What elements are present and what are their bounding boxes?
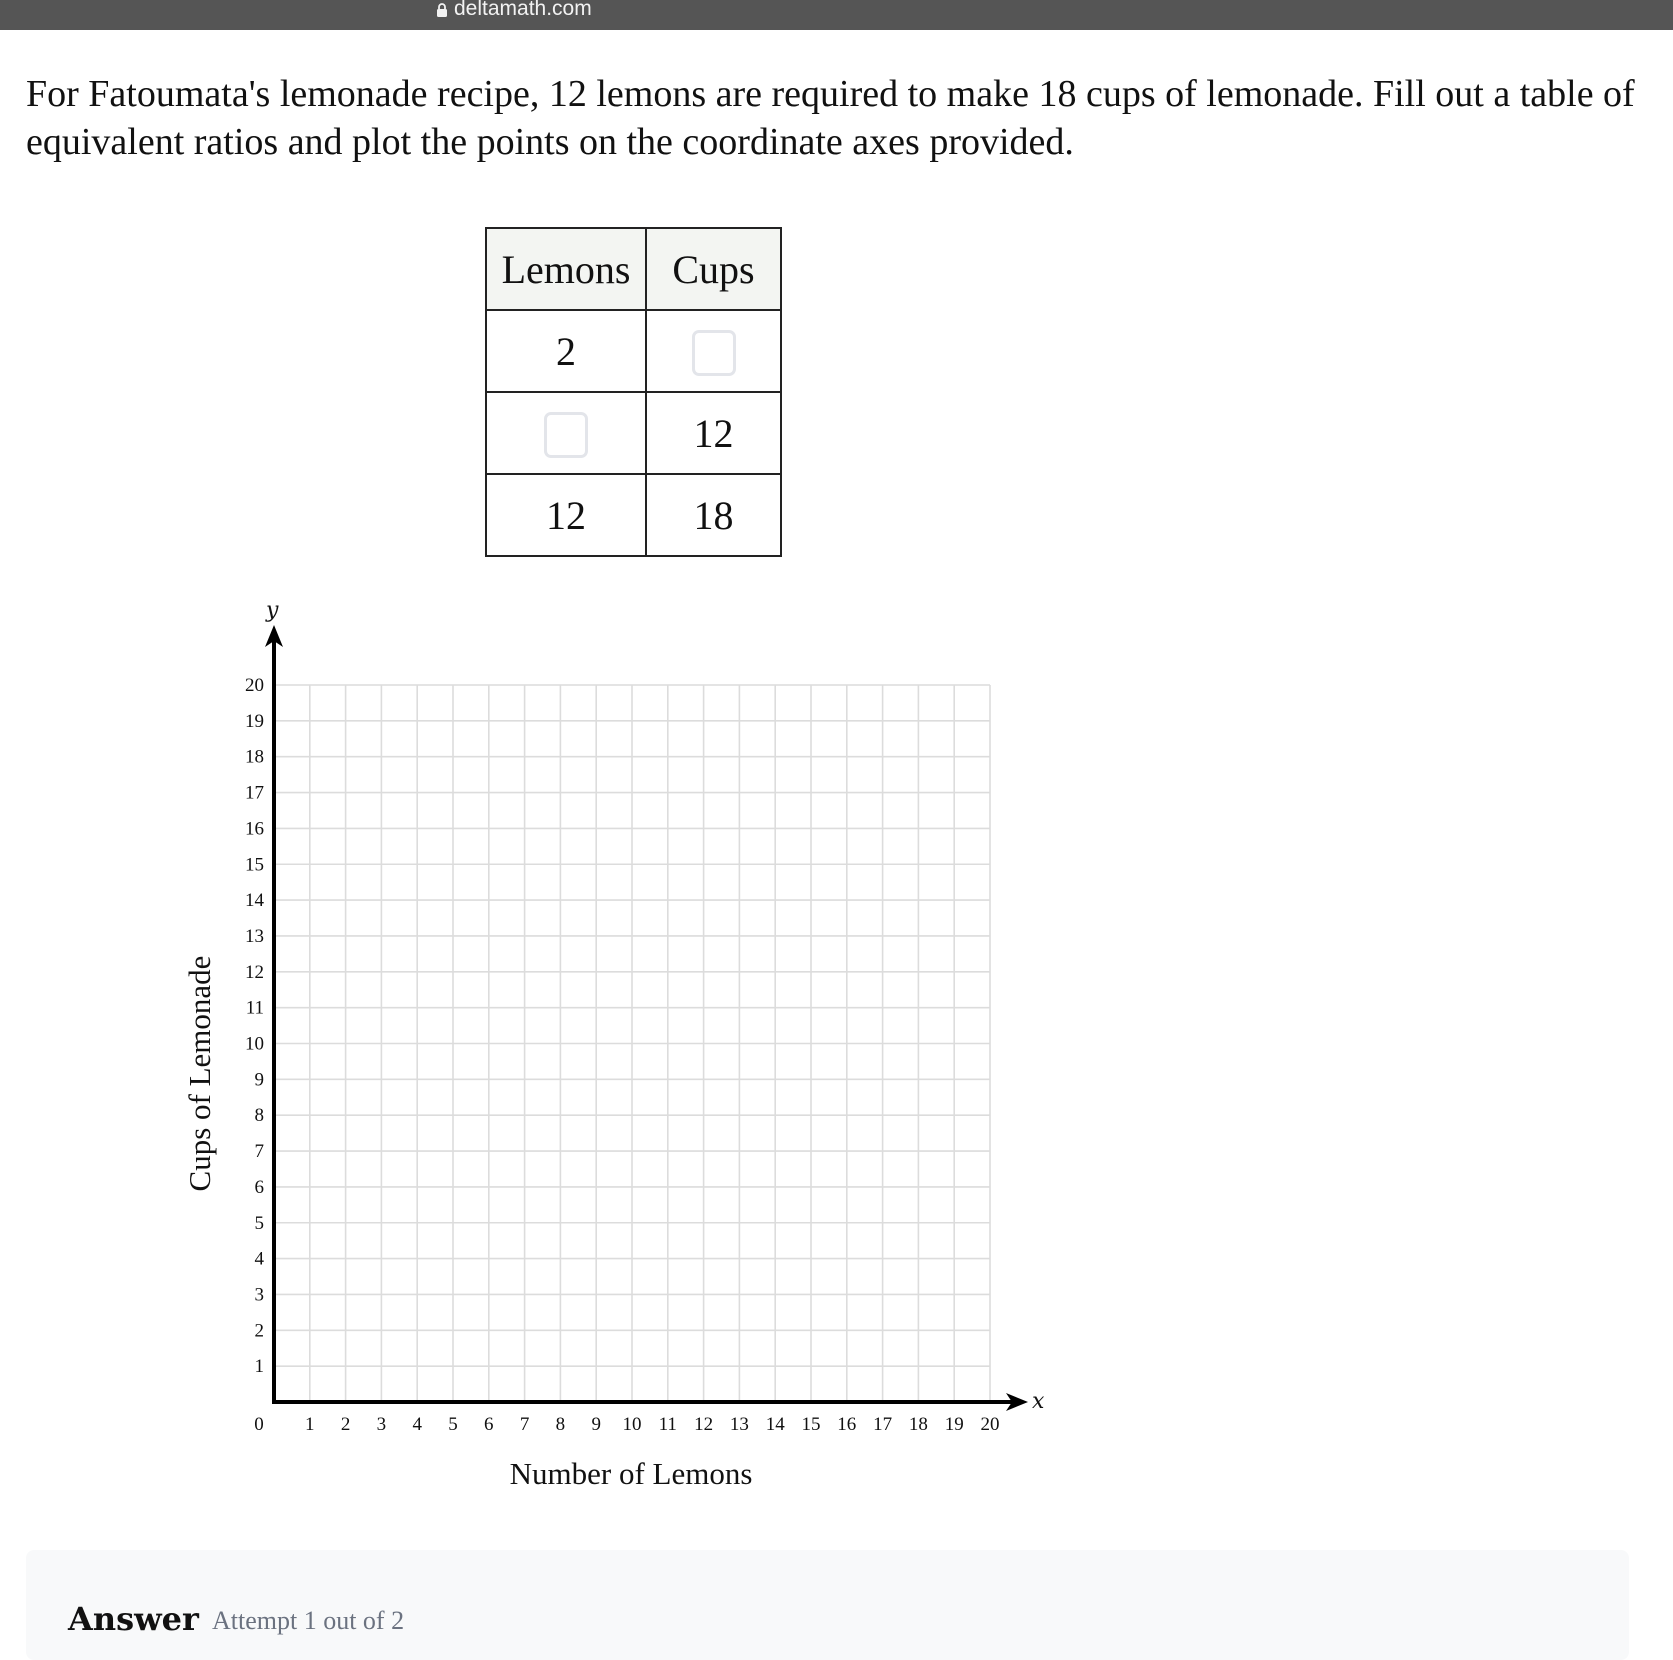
x-tick-label: 11 xyxy=(659,1414,677,1435)
table-row: 12 18 xyxy=(485,473,782,557)
lock-icon xyxy=(437,3,447,17)
x-tick-label: 9 xyxy=(591,1414,601,1435)
x-tick-label: 15 xyxy=(802,1414,821,1435)
x-tick-label: 4 xyxy=(412,1414,422,1435)
x-tick-label: 3 xyxy=(377,1414,387,1435)
y-tick-label: 18 xyxy=(245,747,264,768)
x-tick-label: 13 xyxy=(730,1414,749,1435)
y-axis-label: Cups of Lemonade xyxy=(182,956,217,1192)
x-tick-label: 1 xyxy=(305,1414,315,1435)
problem-prompt: For Fatoumata's lemonade recipe, 12 lemo… xyxy=(26,73,1635,163)
y-tick-label: 19 xyxy=(245,711,264,732)
y-tick-label: 3 xyxy=(255,1284,265,1305)
x-tick-label: 0 xyxy=(254,1414,264,1435)
y-tick-label: 20 xyxy=(245,675,264,696)
x-tick-label: 7 xyxy=(520,1414,530,1435)
y-tick-label: 10 xyxy=(245,1034,264,1055)
coordinate-graph[interactable]: 0 1 2 3 4 5 6 7 8 9 10 11 12 13 14 15 16 17 18 19 20 1234567… xyxy=(0,600,1673,1500)
cell-cups-row2: 12 xyxy=(645,391,782,475)
y-tick-label: 12 xyxy=(245,962,264,983)
x-tick-label: 8 xyxy=(556,1414,566,1435)
y-tick-labels: 1234567891011121314151617181920 xyxy=(245,675,265,1377)
answer-panel: Answer Attempt 1 out of 2 xyxy=(26,1550,1629,1660)
y-tick-label: 13 xyxy=(245,926,264,947)
x-tick-label: 10 xyxy=(623,1414,642,1435)
y-tick-label: 14 xyxy=(245,890,265,911)
x-tick-label: 2 xyxy=(341,1414,351,1435)
table-row: 2 xyxy=(485,309,782,393)
x-tick-label: 16 xyxy=(837,1414,856,1435)
cell-lemons-row3: 12 xyxy=(485,473,647,557)
x-tick-label: 18 xyxy=(909,1414,928,1435)
cell-lemons-row2 xyxy=(485,391,647,475)
header-cups: Cups xyxy=(645,227,782,311)
table-row: 12 xyxy=(485,391,782,475)
y-tick-label: 6 xyxy=(255,1177,265,1198)
ratio-table: Lemons Cups 2 12 12 18 xyxy=(485,227,782,557)
attempt-counter: Attempt 1 out of 2 xyxy=(212,1606,405,1635)
y-tick-label: 17 xyxy=(245,783,264,804)
y-tick-label: 2 xyxy=(255,1320,265,1341)
x-tick-label: 17 xyxy=(873,1414,892,1435)
x-axis-symbol: x xyxy=(1032,1389,1045,1414)
x-tick-label: 5 xyxy=(448,1414,458,1435)
axes xyxy=(265,625,1028,1411)
x-tick-label: 12 xyxy=(694,1414,713,1435)
y-tick-label: 16 xyxy=(245,818,264,839)
header-lemons: Lemons xyxy=(485,227,647,311)
cell-cups-row3: 18 xyxy=(645,473,782,557)
cups-input-row1[interactable] xyxy=(691,330,736,377)
cell-lemons-row1: 2 xyxy=(485,309,647,393)
x-axis-label: Number of Lemons xyxy=(510,1456,753,1491)
grid-lines xyxy=(274,684,991,1402)
browser-url-bar: deltamath.com xyxy=(0,0,1673,30)
x-tick-label: 19 xyxy=(945,1414,964,1435)
answer-label: Answer xyxy=(68,1600,199,1638)
x-tick-label: 6 xyxy=(484,1414,494,1435)
y-tick-label: 4 xyxy=(255,1249,265,1270)
x-tick-labels: 0 1 2 3 4 5 6 7 8 9 10 11 12 13 14 15 16 17 18 19 20 xyxy=(254,1414,999,1435)
y-tick-label: 1 xyxy=(255,1356,265,1377)
lemons-input-row2[interactable] xyxy=(544,412,588,459)
x-tick-label: 14 xyxy=(766,1414,786,1435)
y-tick-label: 5 xyxy=(255,1213,265,1234)
y-tick-label: 15 xyxy=(245,854,264,875)
y-tick-label: 8 xyxy=(255,1105,265,1126)
x-tick-label: 20 xyxy=(981,1414,1000,1435)
url-display[interactable]: deltamath.com xyxy=(436,0,592,20)
cell-cups-row1 xyxy=(645,309,782,393)
y-tick-label: 9 xyxy=(255,1069,265,1090)
y-axis-symbol: y xyxy=(265,600,279,623)
table-header-row: Lemons Cups xyxy=(485,227,782,311)
y-tick-label: 7 xyxy=(255,1141,265,1162)
y-tick-label: 11 xyxy=(246,998,264,1019)
url-text: deltamath.com xyxy=(454,0,592,20)
